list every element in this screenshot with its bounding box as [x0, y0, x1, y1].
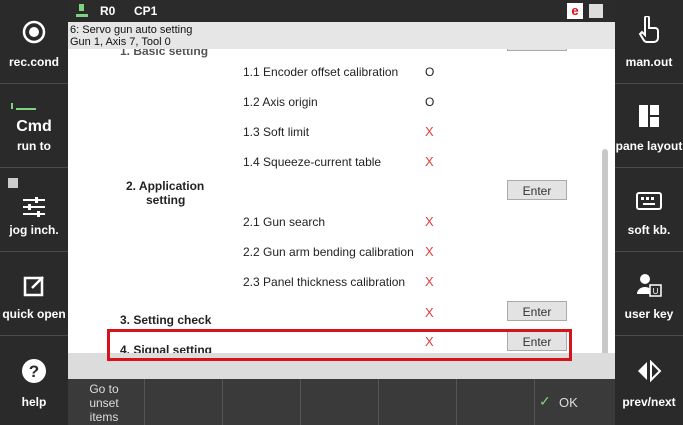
title-line2: Gun 1, Axis 7, Tool 0: [70, 36, 171, 48]
record-icon: [0, 20, 68, 49]
status-soft-limit: X: [425, 124, 434, 139]
item-soft-limit: 1.3 Soft limit: [243, 125, 310, 139]
robot-status-icon: [76, 4, 88, 21]
man-out-button[interactable]: man.out: [615, 0, 683, 84]
user-key-button[interactable]: U user key: [615, 252, 683, 336]
status-squeeze-current: X: [425, 154, 434, 169]
item-panel-thickness: 2.3 Panel thickness calibration: [243, 275, 406, 289]
title-line1: 6: Servo gun auto setting: [70, 24, 193, 36]
goto-unset-button[interactable]: Go to unset items: [68, 379, 145, 425]
mode-badge: e: [567, 3, 583, 19]
prev-next-button[interactable]: prev/next: [615, 336, 683, 425]
pane-icon: [589, 4, 603, 18]
item-axis-origin: 1.2 Axis origin: [243, 95, 318, 109]
keyboard-icon: [615, 192, 683, 215]
item-encoder-offset: 1.1 Encoder offset calibration: [243, 65, 399, 79]
quick-open-label: quick open: [2, 307, 66, 321]
rec-cond-button[interactable]: rec.cond: [0, 0, 68, 84]
prev-next-icon: [615, 359, 683, 387]
enter-button-check[interactable]: Enter: [507, 301, 567, 321]
application-heading-2: setting: [146, 193, 186, 207]
empty-softkey-3[interactable]: [223, 379, 301, 425]
status-setting-check: X: [425, 305, 434, 320]
man-out-label: man.out: [625, 55, 673, 69]
user-key-label: user key: [624, 307, 674, 321]
status-gun-arm-bending: X: [425, 244, 434, 259]
left-sidebar: rec.cond Cmd run to jog inch. quick open…: [0, 0, 68, 425]
status-encoder-offset: O: [425, 65, 435, 79]
signal-setting-highlight: [107, 329, 572, 361]
quick-open-button[interactable]: quick open: [0, 252, 68, 336]
run-to-label: run to: [17, 139, 51, 153]
ok-button[interactable]: ✓ OK: [535, 379, 615, 425]
item-gun-arm-bending: 2.2 Gun arm bending calibration: [243, 245, 414, 259]
pane-layout-label: pane layout: [615, 139, 683, 153]
status-axis-origin: O: [425, 95, 435, 109]
help-icon: ?: [0, 358, 68, 389]
status-panel-thickness: X: [425, 274, 434, 289]
jog-inch-label: jog inch.: [9, 223, 59, 237]
sliders-icon: [0, 196, 68, 223]
main-panel: R0 CP1 e 6: Servo gun auto setting Gun 1…: [68, 0, 615, 425]
robot-label: R0: [100, 4, 116, 18]
prev-next-label: prev/next: [622, 395, 676, 409]
item-squeeze-current: 1.4 Squeeze-current table: [243, 155, 382, 169]
scrollbar[interactable]: [600, 99, 610, 353]
check-icon: ✓: [539, 393, 551, 409]
run-to-icon: [10, 98, 38, 116]
user-key-icon: U: [615, 272, 683, 303]
setting-check-heading: 3. Setting check: [120, 313, 212, 327]
right-sidebar: man.out pane layout soft kb. U user key …: [615, 0, 683, 425]
layout-icon: [615, 104, 683, 133]
basic-setting-heading: 1. Basic setting: [120, 49, 209, 58]
goto-unset-label: Go to unset items: [89, 382, 119, 424]
rec-cond-label: rec.cond: [8, 55, 59, 69]
empty-softkey-5[interactable]: [379, 379, 457, 425]
checkbox-indicator: [8, 178, 18, 188]
settings-list[interactable]: 1. Basic setting 1.1 Encoder offset cali…: [68, 49, 615, 353]
cmd-label: Cmd: [16, 118, 52, 135]
title-bar: 6: Servo gun auto setting Gun 1, Axis 7,…: [68, 22, 615, 49]
ok-label: OK: [559, 395, 578, 410]
scrollbar-thumb[interactable]: [602, 149, 608, 353]
hand-pointer-icon: [615, 15, 683, 49]
program-label: CP1: [134, 4, 158, 18]
open-external-icon: [0, 274, 68, 303]
help-button[interactable]: ? help: [0, 336, 68, 425]
empty-softkey-2[interactable]: [145, 379, 223, 425]
empty-softkey-6[interactable]: [457, 379, 535, 425]
jog-inch-button[interactable]: jog inch.: [0, 168, 68, 252]
svg-text:?: ?: [29, 362, 39, 381]
cmd-run-to-button[interactable]: Cmd run to: [0, 84, 68, 168]
bottom-toolbar: Go to unset items ✓ OK: [68, 379, 615, 425]
item-gun-search: 2.1 Gun search: [243, 215, 326, 229]
enter-button-application[interactable]: Enter: [507, 180, 567, 200]
soft-kb-button[interactable]: soft kb.: [615, 168, 683, 252]
status-gun-search: X: [425, 214, 434, 229]
help-label: help: [21, 395, 47, 409]
application-heading-1: 2. Application: [126, 179, 205, 193]
enter-button-basic[interactable]: [507, 49, 567, 51]
empty-softkey-4[interactable]: [301, 379, 379, 425]
svg-text:U: U: [653, 287, 659, 296]
soft-kb-label: soft kb.: [627, 223, 671, 237]
status-bar: R0 CP1 e: [68, 0, 615, 22]
pane-layout-button[interactable]: pane layout: [615, 84, 683, 168]
